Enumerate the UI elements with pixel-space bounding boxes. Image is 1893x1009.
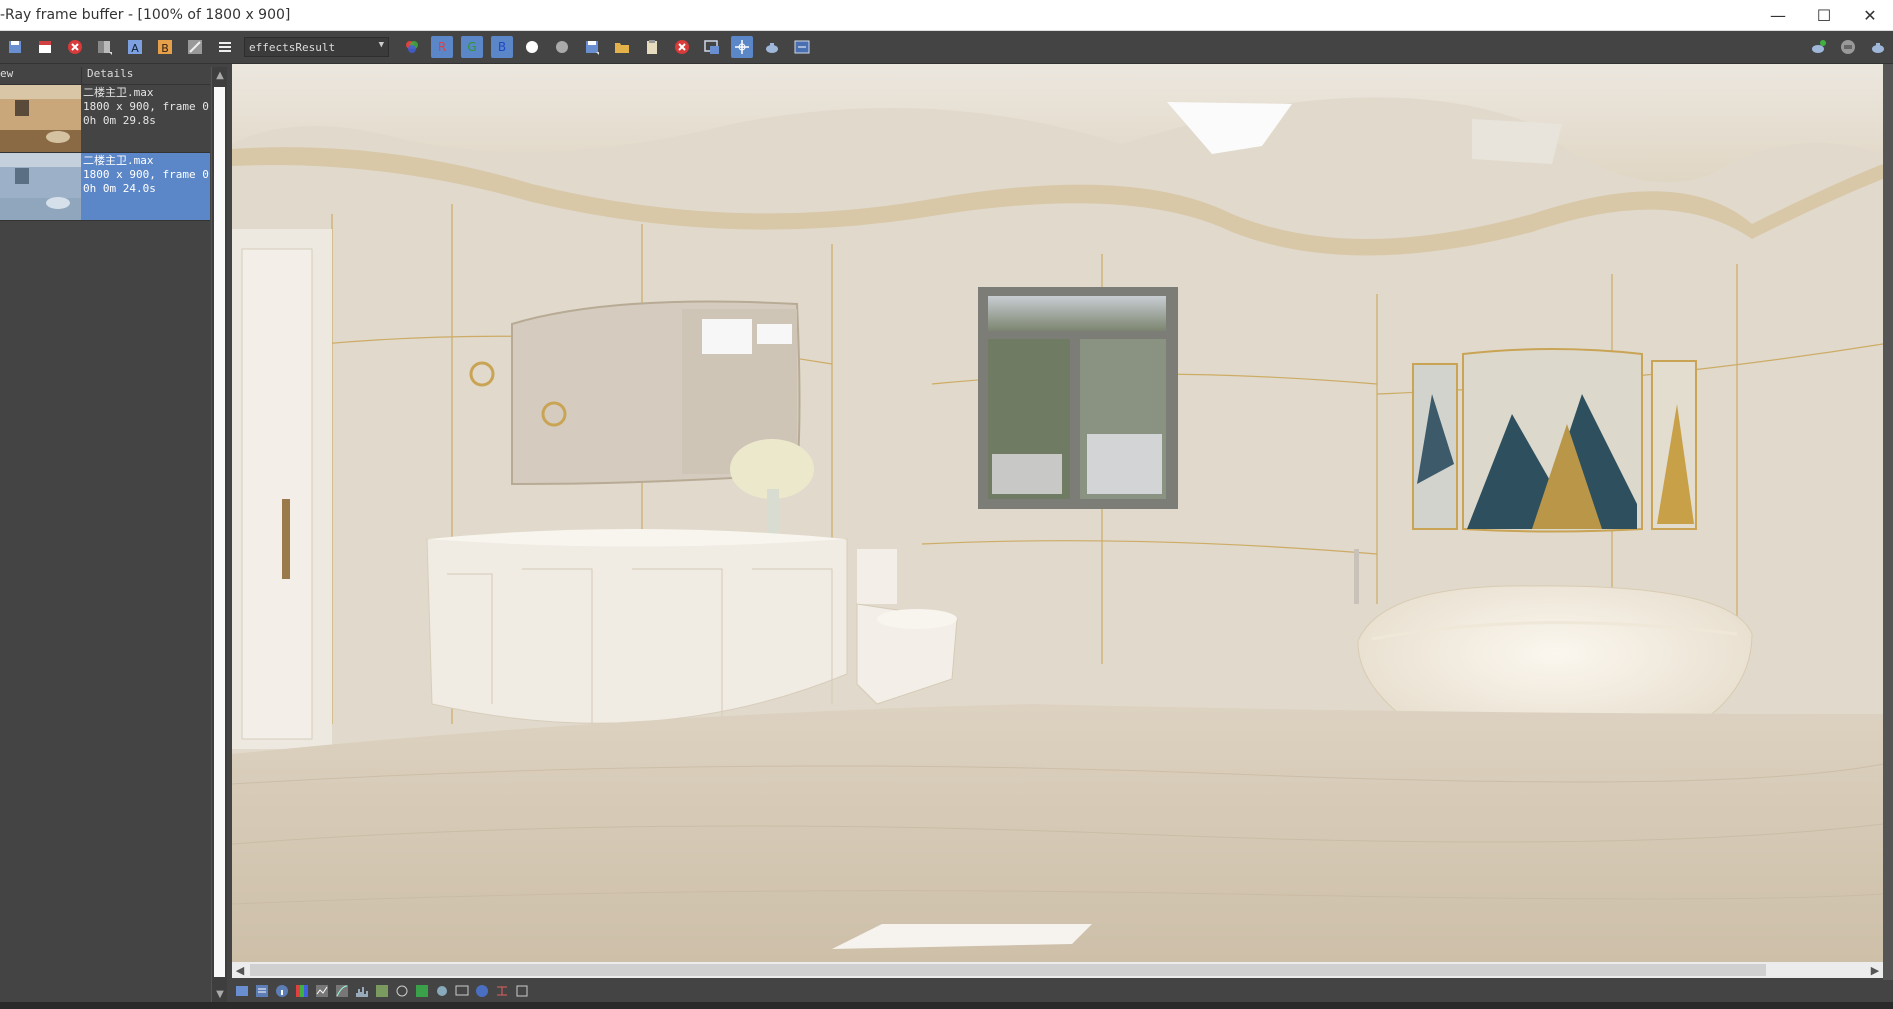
save-image-icon[interactable] [4,36,26,58]
scroll-left-icon[interactable]: ◀ [232,962,248,978]
scroll-thumb[interactable] [250,964,1766,976]
svg-text:A: A [131,42,139,55]
blue-channel-toggle[interactable]: B [491,36,513,58]
history-item-resolution: 1800 x 900, frame 0 [83,100,209,113]
stop-render-icon[interactable] [671,36,693,58]
history-header: ew Details [0,67,210,85]
close-button[interactable]: ✕ [1847,0,1893,31]
color-channels-icon[interactable] [401,36,423,58]
history-item[interactable]: 二楼主卫.max 1800 x 900, frame 0 0h 0m 29.8s [0,85,210,153]
history-icon[interactable] [255,984,269,998]
render-history-panel: ew Details 二楼主卫.max 1800 x 900, frame 0 … [0,67,210,1009]
stamp-icon[interactable] [515,984,529,998]
right-edge-panel [1883,64,1893,1002]
filter-icon[interactable] [495,984,509,998]
render-last-icon[interactable] [1867,36,1889,58]
histogram-icon[interactable] [355,984,369,998]
render-teapot-icon[interactable] [761,36,783,58]
scroll-down-icon[interactable]: ▼ [212,986,228,1002]
window-title: -Ray frame buffer - [100% of 1800 x 900] [0,7,291,23]
frame-buffer-toolbar: A B effectsResult ▼ R G B [0,31,1893,64]
lens-icon[interactable] [435,984,449,998]
info-icon[interactable] [275,984,289,998]
history-item-resolution: 1800 x 900, frame 0 [83,168,209,181]
preview-column-header: ew [0,67,82,84]
track-mouse-icon[interactable] [731,36,753,58]
color-icon[interactable] [295,984,309,998]
levels-icon[interactable] [315,984,329,998]
history-item-time: 0h 0m 24.0s [83,182,156,195]
canvas-horizontal-scrollbar[interactable]: ◀ ▶ [232,962,1883,978]
monochrome-icon[interactable] [551,36,573,58]
svg-text:B: B [161,42,169,55]
render-channel-value: effectsResult [249,40,336,54]
rendered-bathroom-image [232,64,1883,962]
open-folder-icon[interactable] [611,36,633,58]
sphere-icon[interactable] [475,984,489,998]
set-a-icon[interactable]: A [124,36,146,58]
clipboard-icon[interactable] [641,36,663,58]
history-menu-icon[interactable] [214,36,236,58]
hue-icon[interactable] [415,984,429,998]
load-image-icon[interactable] [34,36,56,58]
history-item-time: 0h 0m 29.8s [83,114,156,127]
taskbar-strip [0,1002,1893,1009]
scroll-thumb[interactable] [214,87,225,977]
minimize-button[interactable]: — [1755,0,1801,31]
layers-icon[interactable] [235,984,249,998]
history-item-name: 二楼主卫.max [83,154,154,167]
display-icon[interactable] [455,984,469,998]
render-thumbnail [0,153,81,220]
region-render-icon[interactable] [701,36,723,58]
details-column-header: Details [87,67,134,80]
scroll-up-icon[interactable]: ▲ [212,67,228,83]
maximize-button[interactable]: ☐ [1801,0,1847,31]
red-channel-toggle[interactable]: R [431,36,453,58]
scroll-right-icon[interactable]: ▶ [1867,962,1883,978]
compare-ab-icon[interactable] [94,36,116,58]
chevron-down-icon: ▼ [378,40,384,50]
white-balance-icon[interactable] [395,984,409,998]
render-canvas[interactable] [232,64,1883,962]
save-all-icon[interactable] [581,36,603,58]
history-item-details: 二楼主卫.max 1800 x 900, frame 0 0h 0m 29.8s [81,85,209,152]
exposure-icon[interactable] [375,984,389,998]
render-setup-icon[interactable] [1837,36,1859,58]
clear-image-icon[interactable] [64,36,86,58]
render-channel-select[interactable]: effectsResult ▼ [244,37,389,57]
history-scrollbar[interactable]: ▲ ▼ [211,67,227,1002]
history-item-name: 二楼主卫.max [83,86,154,99]
history-item-selected[interactable]: 二楼主卫.max 1800 x 900, frame 0 0h 0m 24.0s [0,153,210,221]
lens-effects-icon[interactable] [791,36,813,58]
bottom-toolbar [232,980,1893,1002]
title-bar: -Ray frame buffer - [100% of 1800 x 900]… [0,0,1893,31]
render-thumbnail [0,85,81,152]
history-item-details: 二楼主卫.max 1800 x 900, frame 0 0h 0m 24.0s [81,153,209,220]
alpha-channel-icon[interactable] [521,36,543,58]
green-channel-toggle[interactable]: G [461,36,483,58]
curves-icon[interactable] [335,984,349,998]
set-b-icon[interactable]: B [154,36,176,58]
window-controls: — ☐ ✕ [1755,0,1893,31]
swap-ab-icon[interactable] [184,36,206,58]
render-interactive-icon[interactable] [1807,36,1829,58]
